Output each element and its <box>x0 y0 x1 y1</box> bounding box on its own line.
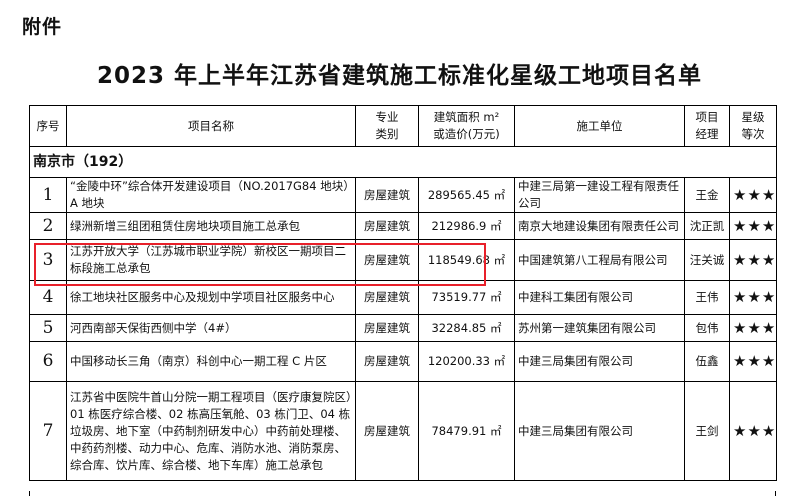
row-name: 中国移动长三角（南京）科创中心一期工程 C 片区 <box>66 341 356 382</box>
row-unit: 中建三局集团有限公司 <box>514 341 685 382</box>
row-area: 118549.68 ㎡ <box>418 239 515 281</box>
row-area: 212986.9 ㎡ <box>418 212 515 240</box>
row-no: 6 <box>29 341 67 382</box>
attachment-label: 附件 <box>22 16 63 38</box>
table-row: 6 中国移动长三角（南京）科创中心一期工程 C 片区 房屋建筑 120200.3… <box>29 341 777 382</box>
row-name: 江苏开放大学（江苏城市职业学院）新校区一期项目二标段施工总承包 <box>66 239 356 281</box>
row-category: 房屋建筑 <box>355 314 419 342</box>
table-continuation <box>29 491 776 496</box>
row-manager: 王剑 <box>684 381 730 481</box>
table-row: 2 绿洲新增三组团租赁住房地块项目施工总承包 房屋建筑 212986.9 ㎡ 南… <box>29 212 777 240</box>
row-name: 绿洲新增三组团租赁住房地块项目施工总承包 <box>66 212 356 240</box>
table-row: 1 “金陵中环”综合体开发建设项目（NO.2017G84 地块）A 地块 房屋建… <box>29 177 777 213</box>
row-name: “金陵中环”综合体开发建设项目（NO.2017G84 地块）A 地块 <box>66 177 356 213</box>
row-manager: 伍鑫 <box>684 341 730 382</box>
row-category: 房屋建筑 <box>355 212 419 240</box>
project-table: 序号 项目名称 专业 类别 建筑面积 m² 或造价(万元) 施工单位 项目 经理… <box>29 105 777 481</box>
row-area: 73519.77 ㎡ <box>418 280 515 315</box>
row-category: 房屋建筑 <box>355 381 419 481</box>
table-row: 5 河西南部天保街西侧中学（4#） 房屋建筑 32284.85 ㎡ 苏州第一建筑… <box>29 314 777 342</box>
row-category: 房屋建筑 <box>355 177 419 213</box>
row-manager: 包伟 <box>684 314 730 342</box>
city-group-row: 南京市（192） <box>29 146 777 178</box>
row-manager: 王伟 <box>684 280 730 315</box>
row-star-rating: ★★★ <box>729 314 777 342</box>
row-no: 7 <box>29 381 67 481</box>
row-unit: 中国建筑第八工程局有限公司 <box>514 239 685 281</box>
city-label: 南京市（192） <box>29 146 777 178</box>
row-star-rating: ★★★ <box>729 177 777 213</box>
header-name: 项目名称 <box>66 105 356 147</box>
row-category: 房屋建筑 <box>355 341 419 382</box>
row-star-rating: ★★★ <box>729 212 777 240</box>
row-no: 1 <box>29 177 67 213</box>
row-star-rating: ★★★ <box>729 341 777 382</box>
row-manager: 王金 <box>684 177 730 213</box>
table-header-row: 序号 项目名称 专业 类别 建筑面积 m² 或造价(万元) 施工单位 项目 经理… <box>29 105 777 147</box>
header-unit: 施工单位 <box>514 105 685 147</box>
table-row: 7 江苏省中医院牛首山分院一期工程项目（医疗康复院区）01 栋医疗综合楼、02 … <box>29 381 777 481</box>
header-category: 专业 类别 <box>355 105 419 147</box>
row-name: 徐工地块社区服务中心及规划中学项目社区服务中心 <box>66 280 356 315</box>
row-no: 4 <box>29 280 67 315</box>
row-name: 江苏省中医院牛首山分院一期工程项目（医疗康复院区）01 栋医疗综合楼、02 栋高… <box>66 381 356 481</box>
row-unit: 苏州第一建筑集团有限公司 <box>514 314 685 342</box>
row-area: 32284.85 ㎡ <box>418 314 515 342</box>
row-star-rating: ★★★ <box>729 239 777 281</box>
row-unit: 南京大地建设集团有限责任公司 <box>514 212 685 240</box>
row-category: 房屋建筑 <box>355 280 419 315</box>
header-no: 序号 <box>29 105 67 147</box>
header-area: 建筑面积 m² 或造价(万元) <box>418 105 515 147</box>
row-manager: 沈正凯 <box>684 212 730 240</box>
row-area: 289565.45 ㎡ <box>418 177 515 213</box>
row-no: 5 <box>29 314 67 342</box>
page-title: 2023 年上半年江苏省建筑施工标准化星级工地项目名单 <box>96 63 703 89</box>
header-manager: 项目 经理 <box>684 105 730 147</box>
row-no: 3 <box>29 239 67 281</box>
row-name: 河西南部天保街西侧中学（4#） <box>66 314 356 342</box>
row-area: 120200.33 ㎡ <box>418 341 515 382</box>
row-unit: 中建三局第一建设工程有限责任公司 <box>514 177 685 213</box>
row-unit: 中建三局集团有限公司 <box>514 381 685 481</box>
table-row: 3 江苏开放大学（江苏城市职业学院）新校区一期项目二标段施工总承包 房屋建筑 1… <box>29 239 777 281</box>
row-star-rating: ★★★ <box>729 280 777 315</box>
row-category: 房屋建筑 <box>355 239 419 281</box>
row-star-rating: ★★★ <box>729 381 777 481</box>
header-star: 星级 等次 <box>729 105 777 147</box>
row-unit: 中建科工集团有限公司 <box>514 280 685 315</box>
row-manager: 汪关诚 <box>684 239 730 281</box>
row-no: 2 <box>29 212 67 240</box>
table-row: 4 徐工地块社区服务中心及规划中学项目社区服务中心 房屋建筑 73519.77 … <box>29 280 777 315</box>
row-area: 78479.91 ㎡ <box>418 381 515 481</box>
